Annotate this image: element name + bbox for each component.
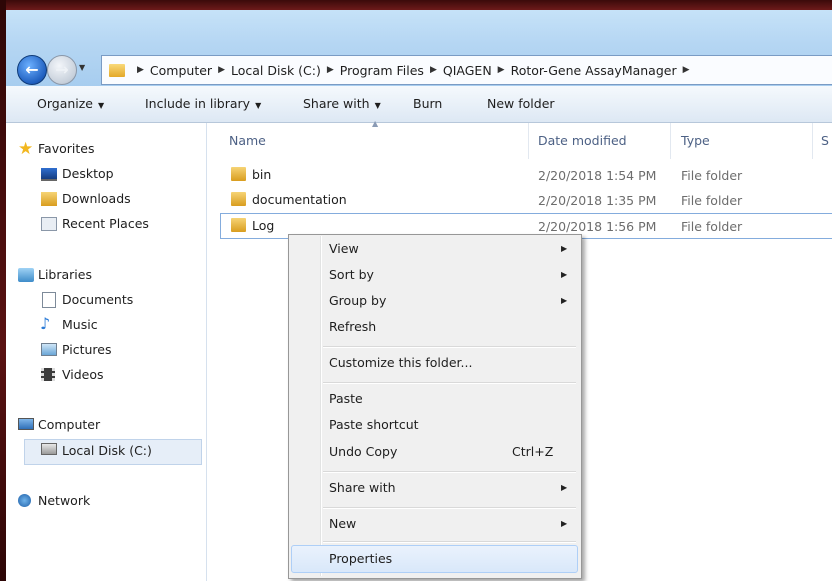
computer-icon bbox=[18, 418, 34, 430]
recent-pages-dropdown-icon[interactable]: ▼ bbox=[79, 63, 85, 72]
column-name[interactable]: Name bbox=[229, 133, 266, 148]
menu-item-view[interactable]: View bbox=[329, 241, 359, 256]
breadcrumb-chevron-icon[interactable]: ▶ bbox=[327, 65, 334, 75]
file-type: File folder bbox=[681, 168, 743, 183]
music-note-icon: ♪ bbox=[40, 314, 51, 333]
dropdown-caret-icon: ▼ bbox=[374, 101, 381, 110]
nav-documents[interactable]: Documents bbox=[62, 289, 133, 311]
nav-recent-places[interactable]: Recent Places bbox=[62, 213, 149, 235]
menu-item-customize-folder[interactable]: Customize this folder... bbox=[329, 355, 472, 370]
menu-item-group-by[interactable]: Group by bbox=[329, 293, 386, 308]
undo-shortcut-label: Ctrl+Z bbox=[512, 444, 554, 459]
submenu-arrow-icon: ▶ bbox=[561, 519, 568, 528]
burn-button[interactable]: Burn bbox=[413, 96, 442, 111]
submenu-arrow-icon: ▶ bbox=[561, 244, 568, 253]
star-icon: ★ bbox=[18, 139, 34, 159]
libraries-icon bbox=[18, 268, 34, 282]
documents-icon bbox=[42, 292, 56, 308]
local-disk-icon bbox=[41, 443, 57, 455]
include-in-library-label: Include in library bbox=[145, 96, 251, 111]
file-date: 2/20/2018 1:56 PM bbox=[538, 219, 657, 234]
nav-desktop[interactable]: Desktop bbox=[62, 163, 114, 185]
back-arrow-icon: ← bbox=[25, 60, 39, 79]
folder-icon bbox=[109, 63, 125, 77]
menu-item-new[interactable]: New bbox=[329, 516, 356, 531]
breadcrumb-qiagen[interactable]: QIAGEN bbox=[443, 63, 492, 78]
column-divider[interactable] bbox=[528, 123, 529, 159]
organize-button[interactable]: Organize ▼ bbox=[37, 96, 104, 111]
column-date-modified[interactable]: Date modified bbox=[538, 133, 627, 148]
menu-item-sort-by[interactable]: Sort by bbox=[329, 267, 374, 282]
include-in-library-button[interactable]: Include in library ▼ bbox=[145, 96, 261, 111]
share-with-button[interactable]: Share with ▼ bbox=[303, 96, 381, 111]
submenu-arrow-icon: ▶ bbox=[561, 296, 568, 305]
folder-icon bbox=[231, 192, 246, 206]
file-date: 2/20/2018 1:35 PM bbox=[538, 193, 657, 208]
back-button[interactable]: ← bbox=[17, 55, 47, 85]
file-name[interactable]: bin bbox=[252, 167, 271, 182]
menu-item-undo-copy[interactable]: Undo Copy bbox=[329, 444, 397, 459]
pictures-icon bbox=[41, 343, 57, 356]
breadcrumb-rotor-gene[interactable]: Rotor-Gene AssayManager bbox=[511, 63, 677, 78]
breadcrumb-chevron-icon[interactable]: ▶ bbox=[137, 65, 144, 75]
menu-separator bbox=[323, 346, 576, 348]
recent-places-icon bbox=[41, 217, 57, 231]
folder-icon bbox=[231, 218, 246, 232]
downloads-folder-icon bbox=[41, 192, 57, 206]
network-icon bbox=[18, 494, 31, 507]
nav-computer[interactable]: Computer bbox=[38, 414, 100, 436]
submenu-arrow-icon: ▶ bbox=[561, 483, 568, 492]
window-frame-top bbox=[0, 0, 832, 10]
breadcrumb-chevron-icon[interactable]: ▶ bbox=[218, 65, 225, 75]
folder-icon bbox=[231, 167, 246, 181]
menu-item-share-with[interactable]: Share with bbox=[329, 480, 396, 495]
menu-separator bbox=[323, 507, 576, 509]
menu-item-paste[interactable]: Paste bbox=[329, 391, 363, 406]
column-type[interactable]: Type bbox=[681, 133, 710, 148]
file-name[interactable]: documentation bbox=[252, 192, 347, 207]
breadcrumb-program-files[interactable]: Program Files bbox=[340, 63, 424, 78]
menu-icon-gutter bbox=[320, 236, 322, 576]
breadcrumb-chevron-icon[interactable]: ▶ bbox=[430, 65, 437, 75]
menu-separator bbox=[323, 382, 576, 384]
column-header-bar bbox=[207, 123, 832, 159]
column-divider[interactable] bbox=[812, 123, 813, 159]
organize-label: Organize bbox=[37, 96, 93, 111]
nav-favorites[interactable]: Favorites bbox=[38, 138, 94, 160]
forward-button[interactable]: → bbox=[47, 55, 77, 85]
submenu-arrow-icon: ▶ bbox=[561, 270, 568, 279]
menu-separator bbox=[323, 541, 576, 543]
menu-item-refresh[interactable]: Refresh bbox=[329, 319, 376, 334]
desktop-icon bbox=[41, 168, 57, 181]
breadcrumb-chevron-icon[interactable]: ▶ bbox=[683, 65, 690, 75]
breadcrumb-chevron-icon[interactable]: ▶ bbox=[498, 65, 505, 75]
menu-separator bbox=[323, 471, 576, 473]
address-bar[interactable]: ▶ Computer ▶ Local Disk (C:) ▶ Program F… bbox=[101, 55, 832, 85]
file-date: 2/20/2018 1:54 PM bbox=[538, 168, 657, 183]
breadcrumb-local-disk[interactable]: Local Disk (C:) bbox=[231, 63, 321, 78]
file-name-log[interactable]: Log bbox=[252, 218, 274, 233]
videos-icon bbox=[41, 368, 55, 381]
column-divider[interactable] bbox=[670, 123, 671, 159]
nav-local-disk[interactable]: Local Disk (C:) bbox=[62, 440, 152, 462]
menu-item-paste-shortcut[interactable]: Paste shortcut bbox=[329, 417, 419, 432]
new-folder-button[interactable]: New folder bbox=[487, 96, 555, 111]
nav-videos[interactable]: Videos bbox=[62, 364, 104, 386]
sort-ascending-icon: ▲ bbox=[372, 119, 379, 128]
breadcrumb-computer[interactable]: Computer bbox=[150, 63, 212, 78]
nav-music[interactable]: Music bbox=[62, 314, 98, 336]
nav-downloads[interactable]: Downloads bbox=[62, 188, 131, 210]
share-with-label: Share with bbox=[303, 96, 370, 111]
file-type: File folder bbox=[681, 219, 743, 234]
dropdown-caret-icon: ▼ bbox=[98, 101, 105, 110]
file-type: File folder bbox=[681, 193, 743, 208]
nav-libraries[interactable]: Libraries bbox=[38, 264, 92, 286]
nav-pictures[interactable]: Pictures bbox=[62, 339, 112, 361]
nav-network[interactable]: Network bbox=[38, 490, 90, 512]
dropdown-caret-icon: ▼ bbox=[255, 101, 262, 110]
menu-item-properties[interactable]: Properties bbox=[329, 551, 392, 566]
column-size[interactable]: S bbox=[821, 133, 829, 148]
forward-arrow-icon: → bbox=[55, 60, 69, 79]
